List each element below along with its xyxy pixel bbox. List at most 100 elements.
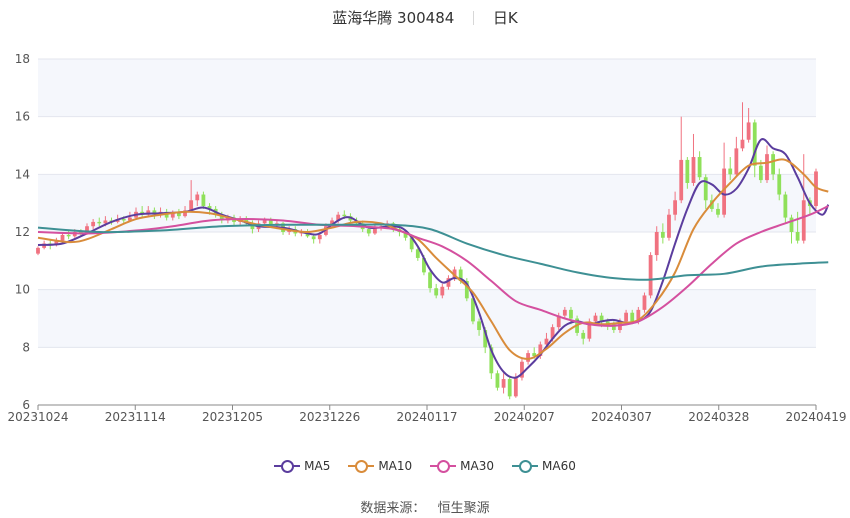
- legend-swatch: [274, 460, 301, 473]
- candle: [526, 350, 530, 365]
- source-value: 恒生聚源: [437, 501, 490, 516]
- legend-item-ma30[interactable]: MA30: [430, 459, 494, 473]
- candle-body: [195, 194, 200, 201]
- source-label: 数据来源：: [360, 501, 426, 516]
- candle-body: [121, 219, 126, 221]
- candle-body: [654, 232, 659, 256]
- candle-body: [648, 255, 653, 296]
- candle-body: [691, 157, 696, 183]
- x-tick-label: 20231024: [7, 410, 68, 424]
- candle: [495, 370, 500, 391]
- legend-marker: [281, 460, 295, 473]
- candle-body: [746, 122, 751, 140]
- candle: [507, 376, 512, 400]
- candle-body: [740, 139, 745, 149]
- candle-body: [569, 309, 573, 319]
- legend-label: MA30: [460, 458, 495, 473]
- candle-body: [91, 221, 96, 227]
- candle-body: [507, 379, 512, 397]
- candle-body: [60, 234, 65, 241]
- candle: [765, 145, 769, 183]
- candle-body: [317, 234, 322, 240]
- candle-body: [581, 332, 586, 339]
- legend-marker: [355, 460, 369, 473]
- candle-body: [624, 312, 628, 322]
- candle: [734, 136, 739, 178]
- candle-body: [262, 220, 267, 224]
- candle-body: [36, 247, 40, 254]
- x-tick-label: 20231226: [299, 410, 360, 424]
- candle-body: [734, 148, 739, 175]
- candle-body: [176, 213, 181, 217]
- candle-body: [716, 208, 720, 215]
- legend-marker: [519, 460, 533, 473]
- candle-layer: [36, 102, 818, 400]
- legend-swatch: [430, 460, 457, 473]
- x-tick-label: 20240117: [396, 410, 457, 424]
- candle: [679, 116, 684, 204]
- candle-body: [630, 312, 635, 322]
- candle-body: [667, 214, 671, 238]
- candle-body: [685, 159, 690, 183]
- x-tick-label: 20240328: [688, 410, 749, 424]
- candle: [501, 373, 506, 394]
- candle-body: [342, 214, 347, 217]
- candle-body: [311, 236, 316, 240]
- candle: [789, 214, 794, 244]
- candle-body: [366, 229, 371, 234]
- x-tick-label: 20240419: [785, 410, 846, 424]
- candle-body: [593, 315, 598, 322]
- y-tick-label: 14: [15, 167, 30, 181]
- y-tick-label: 10: [15, 283, 30, 297]
- candle-body: [97, 221, 102, 224]
- candle-body: [562, 309, 567, 316]
- candle-body: [758, 165, 763, 181]
- grid-band: [38, 59, 816, 117]
- candle: [648, 252, 653, 299]
- candle: [697, 151, 702, 181]
- candle-body: [440, 286, 445, 296]
- candle-body: [771, 154, 776, 175]
- y-tick-label: 8: [22, 340, 30, 354]
- candle-body: [679, 159, 684, 201]
- legend-label: MA60: [542, 458, 576, 473]
- candle-body: [795, 232, 800, 241]
- candle-body: [642, 295, 647, 310]
- candle-body: [201, 194, 206, 207]
- legend-marker: [437, 460, 451, 473]
- grid-layer: [38, 58, 816, 406]
- candle-body: [513, 377, 518, 397]
- legend-item-ma60[interactable]: MA60: [512, 459, 576, 473]
- candle-body: [495, 373, 500, 388]
- candle-body: [728, 168, 733, 175]
- ma-line-ma60: [37, 223, 829, 281]
- legend-swatch: [348, 460, 375, 473]
- candle: [722, 142, 727, 218]
- y-tick-label: 16: [15, 110, 30, 124]
- candlestick-chart: 68101214161820231024 20231114 20231205 2023…: [7, 52, 846, 424]
- candle-body: [697, 157, 702, 178]
- legend-swatch: [512, 460, 539, 473]
- legend-label: MA10: [378, 458, 413, 473]
- legend-label: MA5: [304, 458, 331, 473]
- candle-body: [673, 200, 678, 215]
- x-tick-label: 20231205: [202, 410, 263, 424]
- candle-body: [66, 234, 71, 237]
- grid-band: [38, 289, 816, 348]
- candle: [642, 292, 647, 313]
- y-tick-label: 12: [15, 225, 30, 239]
- candle-body: [752, 122, 757, 166]
- candle-body: [501, 379, 506, 388]
- candle-body: [660, 232, 665, 238]
- candle-body: [428, 272, 432, 289]
- candle-body: [801, 200, 806, 241]
- legend-item-ma5[interactable]: MA5: [274, 459, 330, 473]
- legend-item-ma10[interactable]: MA10: [348, 459, 412, 473]
- x-tick-label: 20231114: [105, 410, 166, 424]
- candle: [520, 358, 524, 381]
- x-tick-label: 20240307: [591, 410, 652, 424]
- candle-body: [765, 154, 769, 181]
- candle-body: [526, 353, 530, 362]
- x-tick-label: 20240207: [494, 410, 555, 424]
- legend: MA5 MA10 MA30 MA60: [0, 458, 850, 473]
